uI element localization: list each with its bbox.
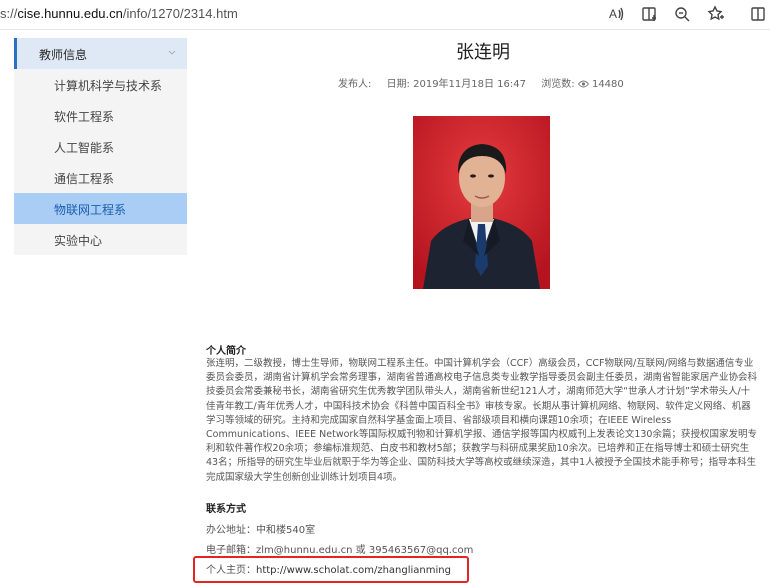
profile-photo	[413, 116, 550, 289]
sidebar-item-label: 软件工程系	[54, 110, 115, 124]
sidebar-item-communication[interactable]: 通信工程系	[14, 162, 187, 193]
url-path: /info/1270/2314.htm	[122, 6, 238, 21]
sidebar-item-label: 实验中心	[54, 234, 103, 248]
sidebar-header[interactable]: 教师信息	[14, 38, 187, 69]
reading-view-icon[interactable]	[640, 5, 660, 25]
contact-heading: 联系方式	[206, 504, 246, 515]
chevron-down-icon	[168, 50, 176, 55]
sidebar-item-label: 计算机科学与技术系	[54, 79, 163, 93]
split-screen-icon[interactable]	[748, 5, 768, 25]
address-bar[interactable]: s://cise.hunnu.edu.cn/info/1270/2314.htm	[0, 6, 238, 21]
sidebar: 教师信息 计算机科学与技术系 软件工程系 人工智能系 通信工程系 物联网工程系 …	[14, 38, 187, 255]
views-count: 14480	[591, 79, 624, 90]
zoom-icon[interactable]	[672, 5, 692, 25]
sidebar-item-label: 通信工程系	[54, 172, 115, 186]
sidebar-item-label: 人工智能系	[54, 141, 115, 155]
sidebar-item-iot[interactable]: 物联网工程系	[14, 193, 187, 224]
url-host: cise.hunnu.edu.cn	[17, 6, 123, 21]
sidebar-item-ai[interactable]: 人工智能系	[14, 131, 187, 162]
browser-toolbar: s://cise.hunnu.edu.cn/info/1270/2314.htm…	[0, 0, 770, 30]
add-favorite-icon[interactable]	[706, 5, 726, 25]
eye-icon	[577, 80, 589, 88]
sidebar-header-label: 教师信息	[39, 48, 88, 62]
page-title: 张连明	[456, 42, 510, 63]
sidebar-item-lab-center[interactable]: 实验中心	[14, 224, 187, 255]
sidebar-item-label: 物联网工程系	[54, 203, 127, 217]
date-label: 日期: 2019年11月18日 16:47	[386, 79, 527, 90]
sidebar-item-computer-science[interactable]: 计算机科学与技术系	[14, 69, 187, 100]
intro-text: 张连明，二级教授，博士生导师，物联网工程系主任。中国计算机学会（CCF）高级会员…	[206, 358, 758, 483]
sidebar-item-software-engineering[interactable]: 软件工程系	[14, 100, 187, 131]
office-address: 办公地址：中和楼540室	[206, 525, 316, 536]
highlight-box	[193, 556, 469, 583]
intro-section: 个人简介 张连明，二级教授，博士生导师，物联网工程系主任。中国计算机学会（CCF…	[206, 342, 758, 485]
url-prefix: s://	[0, 6, 18, 21]
article-meta: 发布人: 日期: 2019年11月18日 16:47 浏览数: 14480	[338, 75, 624, 90]
read-aloud-icon[interactable]: A	[606, 5, 626, 25]
views-label: 浏览数:	[541, 79, 575, 90]
email-line: 电子邮箱：zlm@hunnu.edu.cn 或 395463567@qq.com	[206, 545, 474, 556]
svg-text:A: A	[609, 7, 617, 21]
publisher-label: 发布人:	[338, 79, 372, 90]
intro-heading: 个人简介	[206, 346, 246, 357]
